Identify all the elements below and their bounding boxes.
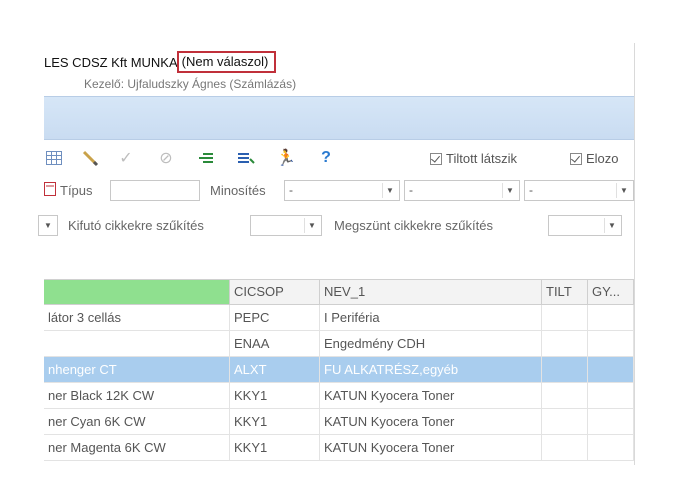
cell-tilt (542, 331, 588, 356)
kifuto-left-select[interactable]: ▼ (38, 215, 58, 236)
cell-name: ner Black 12K CW (44, 383, 230, 408)
grid-icon[interactable] (44, 148, 64, 168)
column-header-tilt[interactable]: TILT (542, 280, 588, 304)
pencil-icon[interactable] (80, 148, 100, 168)
cell-cicsop: KKY1 (230, 435, 320, 460)
list-indent-icon[interactable] (196, 148, 216, 168)
table-row[interactable]: ner Cyan 6K CW KKY1 KATUN Kyocera Toner (44, 409, 634, 435)
chevron-down-icon[interactable]: ▼ (382, 183, 397, 198)
cell-name: ner Magenta 6K CW (44, 435, 230, 460)
tipus-icon (44, 182, 56, 199)
chevron-down-icon[interactable]: ▼ (604, 218, 619, 233)
table-row[interactable]: látor 3 cellás PEPC I Periféria (44, 305, 634, 331)
window-title: LES CDSZ Kft MUNKA (44, 55, 178, 70)
chevron-down-icon[interactable]: ▼ (41, 218, 55, 233)
elozo-checkbox[interactable]: Elozo (570, 151, 619, 166)
cell-gy (588, 357, 634, 382)
select3-value: - (529, 183, 533, 197)
filter-select-2[interactable]: - ▼ (404, 180, 520, 201)
tipus-input[interactable] (110, 180, 200, 201)
tiltott-latszik-checkbox[interactable]: Tiltott látszik (430, 151, 517, 166)
cell-name: ner Cyan 6K CW (44, 409, 230, 434)
operator-label: Kezelő: Ujfaludszky Ágnes (Számlázás) (84, 77, 297, 91)
tipus-label: Típus (60, 183, 93, 198)
cell-nev1: KATUN Kyocera Toner (320, 409, 542, 434)
list-filter-icon[interactable] (236, 148, 256, 168)
application-window: LES CDSZ Kft MUNKA (Nem válaszol) Kezelő:… (0, 0, 674, 495)
tiltott-latszik-label: Tiltott látszik (446, 151, 518, 166)
not-responding-status: (Nem válaszol) (176, 51, 277, 73)
cell-name: nhenger CT (44, 357, 230, 382)
chevron-down-icon[interactable]: ▼ (304, 218, 319, 233)
table-row[interactable]: ENAA Engedmény CDH (44, 331, 634, 357)
cell-nev1: I Periféria (320, 305, 542, 330)
column-header-name[interactable] (44, 280, 230, 304)
cell-cicsop: KKY1 (230, 383, 320, 408)
cell-gy (588, 409, 634, 434)
person-icon[interactable]: 🏃 (276, 148, 296, 168)
toolbar: ✓ ⊘ 🏃 ? Tiltott látszik Elozo (44, 141, 634, 173)
help-icon[interactable]: ? (316, 148, 336, 168)
data-grid: CICSOP NEV_1 TILT GY... látor 3 cellás P… (44, 279, 634, 466)
column-header-cicsop[interactable]: CICSOP (230, 280, 320, 304)
cell-cicsop: PEPC (230, 305, 320, 330)
filter-panel: Típus Minosítés - ▼ - ▼ - ▼ ▼ Kifutó cik… (38, 178, 634, 248)
cell-tilt (542, 357, 588, 382)
kifuto-select[interactable]: ▼ (250, 215, 322, 236)
kifuto-label: Kifutó cikkekre szűkítés (68, 218, 204, 233)
cell-gy (588, 383, 634, 408)
ribbon-bar (44, 96, 634, 140)
cell-nev1: KATUN Kyocera Toner (320, 435, 542, 460)
chevron-down-icon[interactable]: ▼ (502, 183, 517, 198)
cell-tilt (542, 435, 588, 460)
column-header-nev1[interactable]: NEV_1 (320, 280, 542, 304)
select2-value: - (409, 183, 413, 197)
cell-nev1: FU ALKATRÉSZ,egyéb (320, 357, 542, 382)
chevron-down-icon[interactable]: ▼ (616, 183, 631, 198)
cell-name: látor 3 cellás (44, 305, 230, 330)
table-row-selected[interactable]: nhenger CT ALXT FU ALKATRÉSZ,egyéb (44, 357, 634, 383)
column-header-gy[interactable]: GY... (588, 280, 634, 304)
cell-cicsop: KKY1 (230, 409, 320, 434)
grid-header: CICSOP NEV_1 TILT GY... (44, 280, 634, 305)
minosites-value: - (289, 183, 293, 197)
filter-select-3[interactable]: - ▼ (524, 180, 634, 201)
cell-cicsop: ALXT (230, 357, 320, 382)
cell-cicsop: ENAA (230, 331, 320, 356)
cell-tilt (542, 409, 588, 434)
megszunt-label: Megszünt cikkekre szűkítés (334, 218, 493, 233)
window-edge (634, 43, 635, 465)
cell-nev1: KATUN Kyocera Toner (320, 383, 542, 408)
cell-gy (588, 305, 634, 330)
minosites-label: Minosítés (210, 183, 266, 198)
cell-nev1: Engedmény CDH (320, 331, 542, 356)
cell-tilt (542, 305, 588, 330)
cell-tilt (542, 383, 588, 408)
table-row[interactable]: ner Black 12K CW KKY1 KATUN Kyocera Tone… (44, 383, 634, 409)
cell-gy (588, 435, 634, 460)
cell-gy (588, 331, 634, 356)
title-bar: LES CDSZ Kft MUNKA (Nem válaszol) (44, 51, 277, 74)
megszunt-select[interactable]: ▼ (548, 215, 622, 236)
cell-name (44, 331, 230, 356)
checkbox-box[interactable] (430, 152, 442, 165)
minosites-select[interactable]: - ▼ (284, 180, 400, 201)
cancel-icon[interactable]: ⊘ (156, 148, 176, 168)
checkbox-box[interactable] (570, 152, 582, 165)
elozo-label: Elozo (586, 151, 619, 166)
table-row[interactable]: ner Magenta 6K CW KKY1 KATUN Kyocera Ton… (44, 435, 634, 461)
check-icon[interactable]: ✓ (116, 148, 136, 168)
